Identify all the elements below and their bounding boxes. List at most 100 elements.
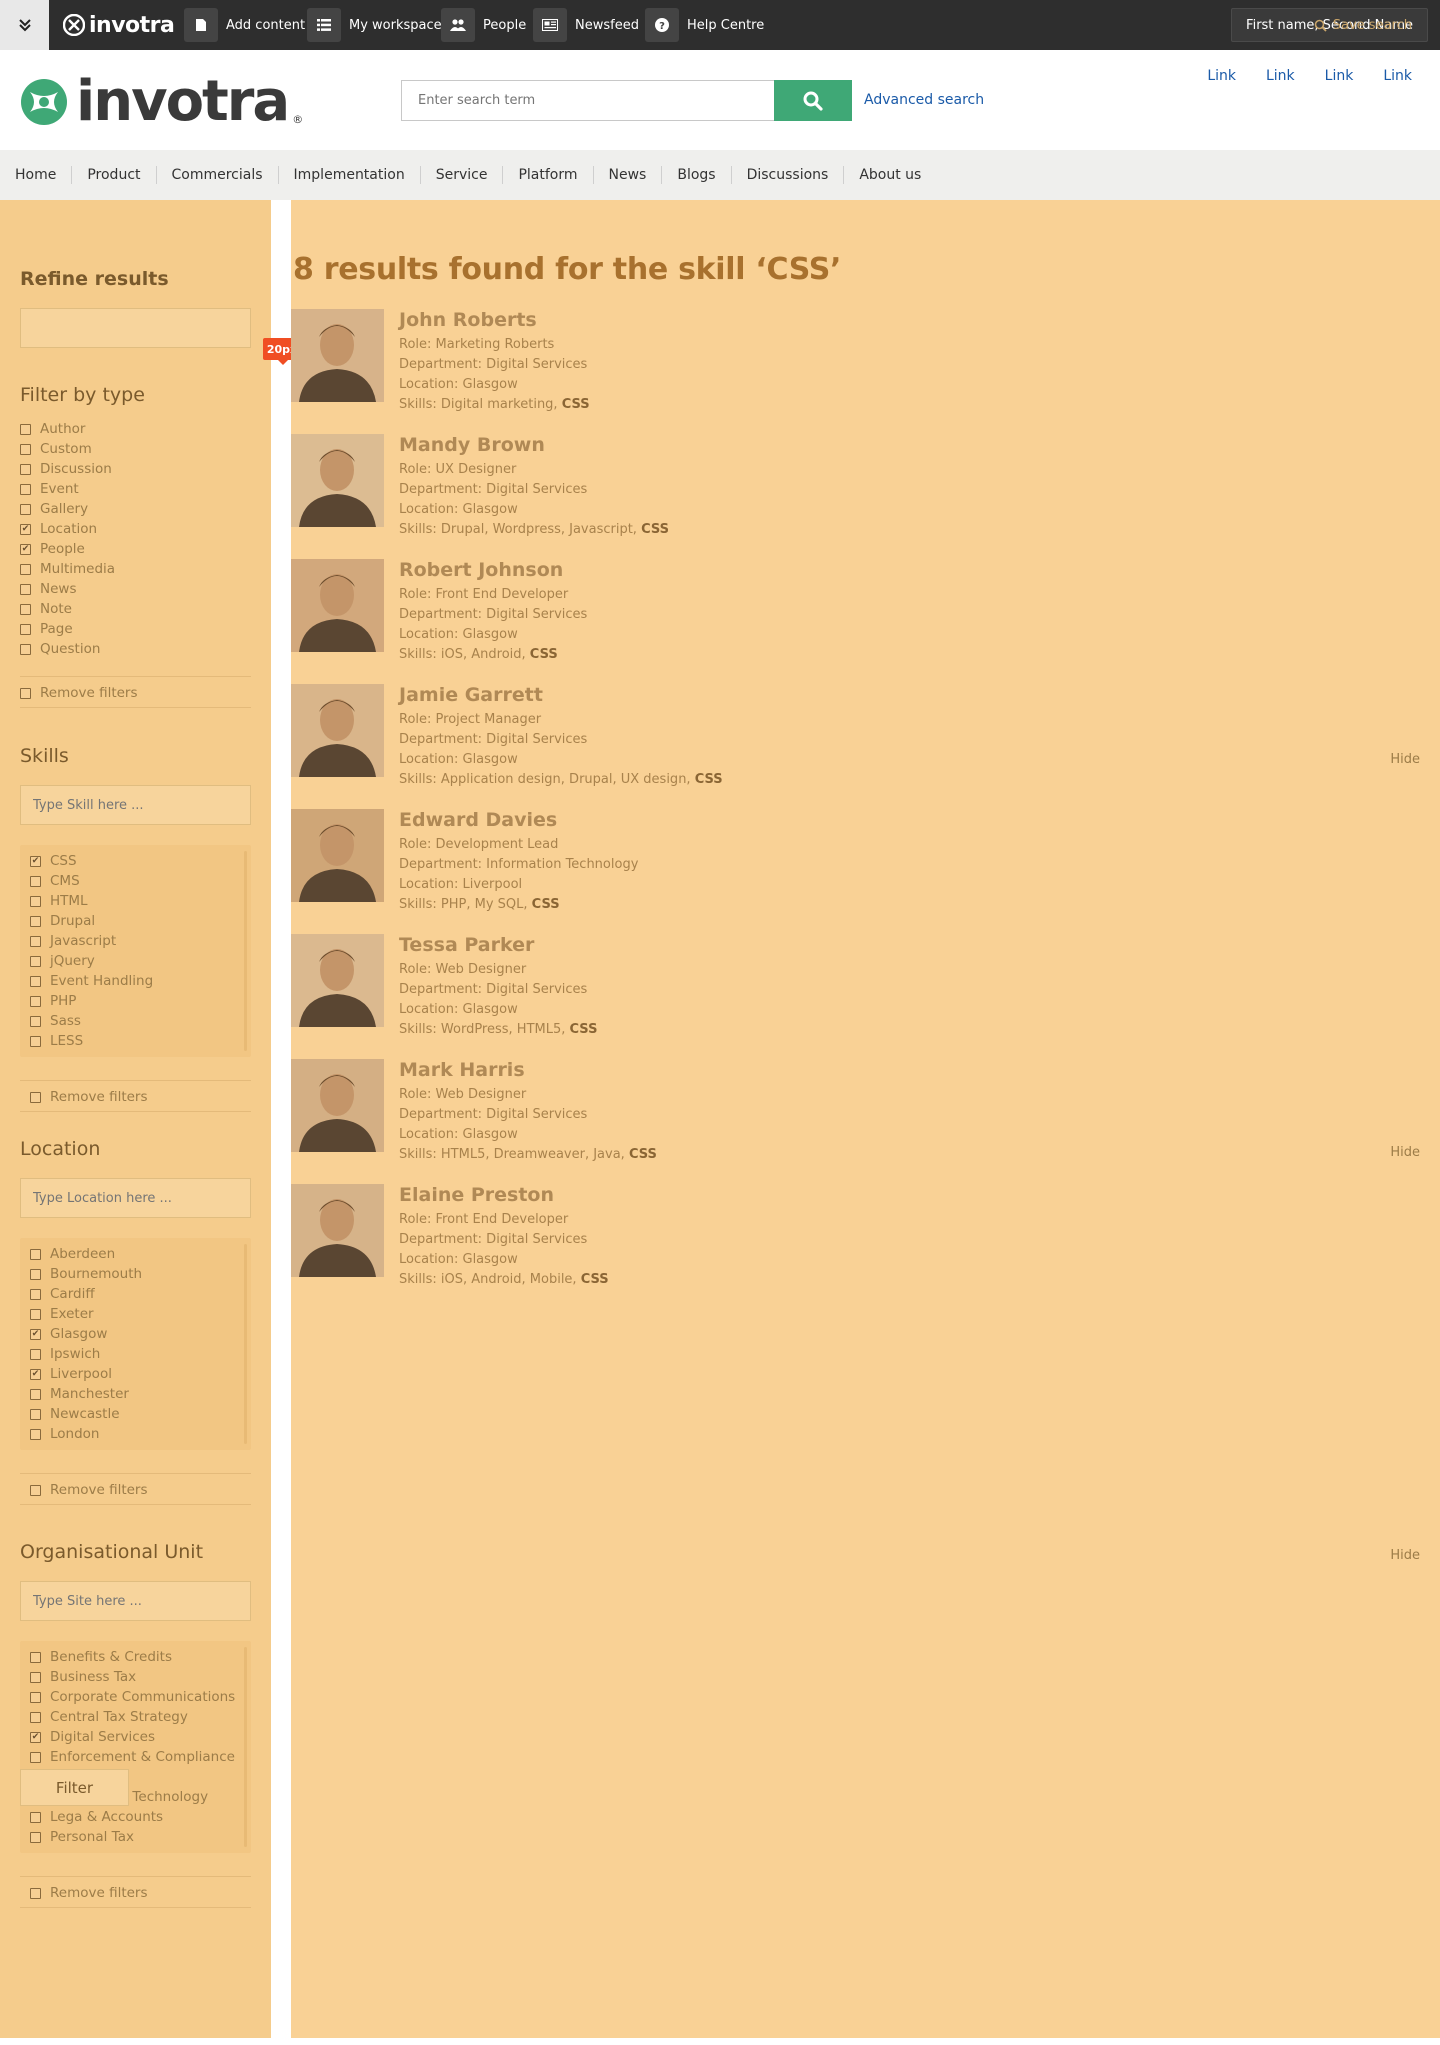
filter-option[interactable]: ✔ Glasgow (30, 1324, 241, 1344)
checkbox[interactable] (30, 1288, 41, 1300)
search-button[interactable] (774, 80, 852, 121)
search-input[interactable] (401, 80, 775, 121)
filter-option[interactable]: London (30, 1424, 241, 1444)
filter-option[interactable]: News (20, 579, 115, 599)
filter-option[interactable]: Exeter (30, 1304, 241, 1324)
filter-option[interactable]: Event (20, 479, 115, 499)
checkbox[interactable] (30, 1428, 41, 1440)
scrollbar[interactable] (244, 1244, 247, 1444)
checkbox[interactable] (30, 1348, 41, 1360)
location-hide-link[interactable]: Hide (1390, 1145, 1420, 1160)
checkbox[interactable] (20, 623, 31, 635)
filter-option[interactable]: Lega & Accounts (30, 1807, 241, 1827)
avatar[interactable] (291, 559, 384, 652)
filter-option[interactable]: Ipswich (30, 1344, 241, 1364)
filter-option[interactable]: ✔ Liverpool (30, 1364, 241, 1384)
site-logo[interactable]: invotra ® (20, 74, 303, 130)
checkbox[interactable] (30, 1887, 41, 1899)
refine-input[interactable] (20, 308, 251, 348)
scrollbar[interactable] (244, 851, 247, 1051)
filter-option[interactable]: ✔ Location (20, 519, 115, 539)
save-search-link[interactable]: Save search (1314, 18, 1412, 33)
filter-option[interactable]: Page (20, 619, 115, 639)
nav-item-platform[interactable]: Platform (503, 166, 594, 184)
person-name-link[interactable]: Jamie Garrett (399, 684, 543, 706)
nav-item-news[interactable]: News (594, 166, 663, 184)
avatar[interactable] (291, 934, 384, 1027)
filter-option[interactable]: Enforcement & Compliance (30, 1747, 241, 1767)
checkbox[interactable] (30, 1751, 41, 1763)
remove-org-filters[interactable]: Remove filters (30, 1883, 148, 1903)
menu-toggle-button[interactable] (0, 0, 49, 50)
checkbox[interactable] (30, 1711, 41, 1723)
nav-item-implementation[interactable]: Implementation (279, 166, 421, 184)
checkbox[interactable] (30, 1408, 41, 1420)
my-workspace-button[interactable]: My workspace (307, 0, 442, 50)
filter-option[interactable]: Author (20, 419, 115, 439)
org-unit-hide-link[interactable]: Hide (1390, 1548, 1420, 1563)
filter-option[interactable]: Cardiff (30, 1284, 241, 1304)
filter-option[interactable]: ✔ People (20, 539, 115, 559)
person-name-link[interactable]: Mandy Brown (399, 434, 545, 456)
header-link[interactable]: Link (1383, 68, 1412, 84)
person-name-link[interactable]: Mark Harris (399, 1059, 525, 1081)
checkbox[interactable] (30, 1015, 41, 1027)
checkbox[interactable] (30, 895, 41, 907)
filter-option[interactable]: Javascript (30, 931, 241, 951)
checkbox[interactable] (20, 687, 31, 699)
filter-option[interactable]: Drupal (30, 911, 241, 931)
checkbox-checked[interactable]: ✔ (30, 1328, 41, 1340)
filter-option[interactable]: Corporate Communications (30, 1687, 241, 1707)
person-name-link[interactable]: Tessa Parker (399, 934, 534, 956)
nav-item-blogs[interactable]: Blogs (662, 166, 732, 184)
checkbox[interactable] (30, 1388, 41, 1400)
checkbox[interactable] (20, 563, 31, 575)
header-link[interactable]: Link (1207, 68, 1236, 84)
checkbox[interactable] (30, 975, 41, 987)
remove-type-filters[interactable]: Remove filters (20, 683, 138, 703)
avatar[interactable] (291, 809, 384, 902)
checkbox[interactable] (30, 1671, 41, 1683)
filter-option[interactable]: HTML (30, 891, 241, 911)
checkbox[interactable] (20, 483, 31, 495)
checkbox[interactable] (20, 443, 31, 455)
checkbox[interactable] (30, 1308, 41, 1320)
people-button[interactable]: People (441, 0, 526, 50)
checkbox[interactable] (30, 1268, 41, 1280)
checkbox[interactable] (30, 1035, 41, 1047)
avatar[interactable] (291, 1184, 384, 1277)
skill-search-input[interactable] (20, 785, 251, 825)
filter-option[interactable]: ✔ CSS (30, 851, 241, 871)
skills-hide-link[interactable]: Hide (1390, 752, 1420, 767)
checkbox[interactable] (30, 875, 41, 887)
checkbox[interactable] (30, 1248, 41, 1260)
person-name-link[interactable]: John Roberts (399, 309, 537, 331)
header-link[interactable]: Link (1266, 68, 1295, 84)
filter-option[interactable]: Sass (30, 1011, 241, 1031)
nav-item-product[interactable]: Product (72, 166, 157, 184)
filter-option[interactable]: Business Tax (30, 1667, 241, 1687)
checkbox[interactable] (20, 603, 31, 615)
person-name-link[interactable]: Edward Davies (399, 809, 557, 831)
checkbox[interactable] (20, 643, 31, 655)
checkbox[interactable] (30, 1691, 41, 1703)
filter-option[interactable]: jQuery (30, 951, 241, 971)
nav-item-service[interactable]: Service (421, 166, 504, 184)
filter-option[interactable]: Note (20, 599, 115, 619)
checkbox-checked[interactable]: ✔ (20, 543, 31, 555)
person-name-link[interactable]: Robert Johnson (399, 559, 563, 581)
filter-option[interactable]: Multimedia (20, 559, 115, 579)
filter-option[interactable]: Event Handling (30, 971, 241, 991)
remove-location-filters[interactable]: Remove filters (30, 1480, 148, 1500)
filter-option[interactable]: Discussion (20, 459, 115, 479)
checkbox[interactable] (30, 1484, 41, 1496)
filter-option[interactable]: ✔ Digital Services (30, 1727, 241, 1747)
filter-option[interactable]: Central Tax Strategy (30, 1707, 241, 1727)
filter-option[interactable]: Manchester (30, 1384, 241, 1404)
site-search-input[interactable] (20, 1581, 251, 1621)
admin-logo[interactable]: invotra (63, 12, 175, 38)
checkbox-checked[interactable]: ✔ (20, 523, 31, 535)
advanced-search-link[interactable]: Advanced search (864, 92, 984, 108)
checkbox[interactable] (30, 915, 41, 927)
help-centre-button[interactable]: ? Help Centre (645, 0, 764, 50)
